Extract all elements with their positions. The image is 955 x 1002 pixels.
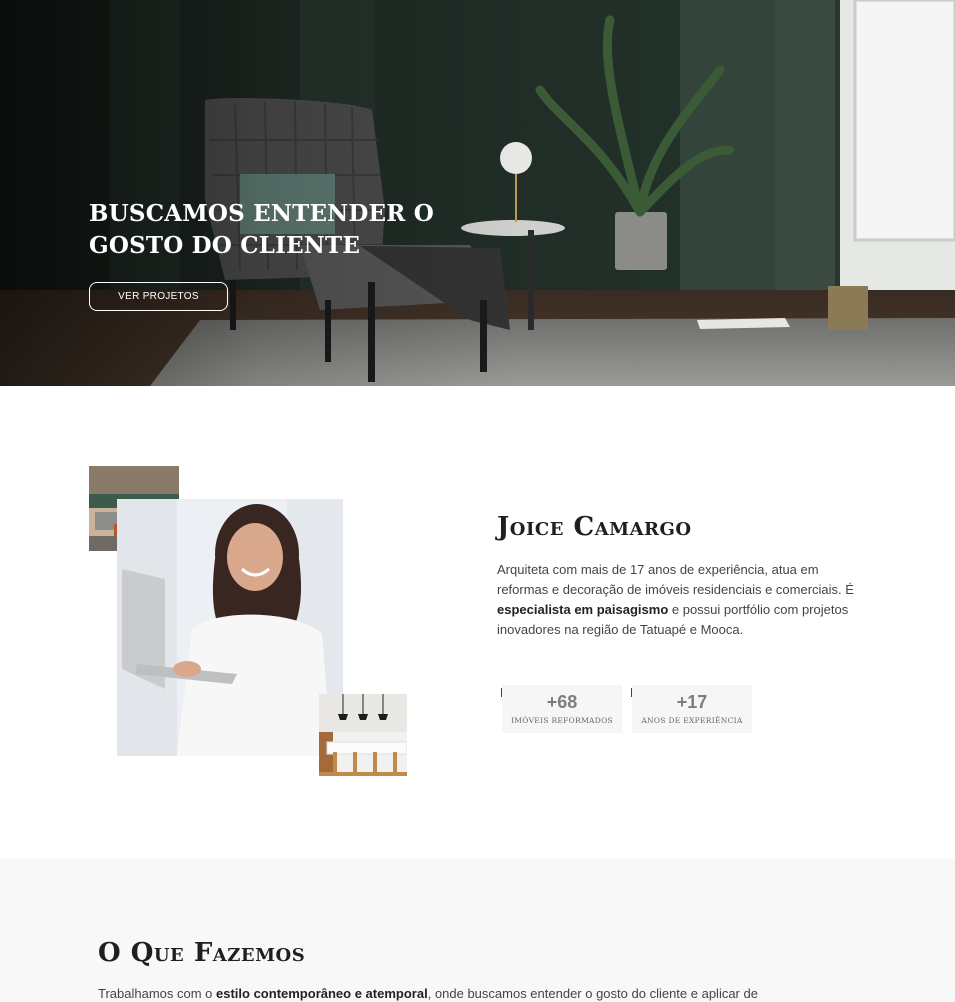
services-text-part: Trabalhamos com o: [98, 986, 217, 1001]
architect-name-heading: Joice Camargo: [497, 512, 692, 542]
stat-value: +68: [546, 692, 578, 712]
stat-label: ANOS DE EXPERIÊNCIA: [641, 716, 743, 725]
services-description: Trabalhamos com o estilo contemporâneo e…: [98, 984, 858, 1002]
about-photo-collage: [89, 466, 409, 778]
stat-label: IMÓVEIS REFORMADOS: [511, 716, 613, 725]
hero-background-image: [0, 0, 955, 386]
hero-banner: BUSCAMOS ENTENDER O GOSTO DO CLIENTE VER…: [0, 0, 955, 386]
services-section: O Que Fazemos Trabalhamos com o estilo c…: [0, 858, 955, 1002]
services-text-highlight: estilo contemporâneo e atemporal: [216, 986, 428, 1001]
stat-years-experience: +17 ANOS DE EXPERIÊNCIA: [632, 685, 752, 733]
kitchen-photo: [319, 694, 407, 776]
stat-renovated-properties: +68 IMÓVEIS REFORMADOS: [502, 685, 622, 733]
architect-portrait-photo: [117, 499, 343, 756]
view-projects-button[interactable]: VER PROJETOS: [89, 282, 228, 311]
stat-value: +17: [676, 692, 708, 712]
services-heading: O Que Fazemos: [98, 938, 306, 968]
hero-title: BUSCAMOS ENTENDER O GOSTO DO CLIENTE: [89, 200, 435, 259]
about-text-highlight: especialista em paisagismo: [497, 602, 669, 617]
about-description: Arquiteta com mais de 17 anos de experiê…: [497, 560, 872, 640]
about-text-part: Arquiteta com mais de 17 anos de experiê…: [497, 562, 854, 597]
services-text-part: , onde buscamos entender o gosto do clie…: [427, 986, 758, 1001]
